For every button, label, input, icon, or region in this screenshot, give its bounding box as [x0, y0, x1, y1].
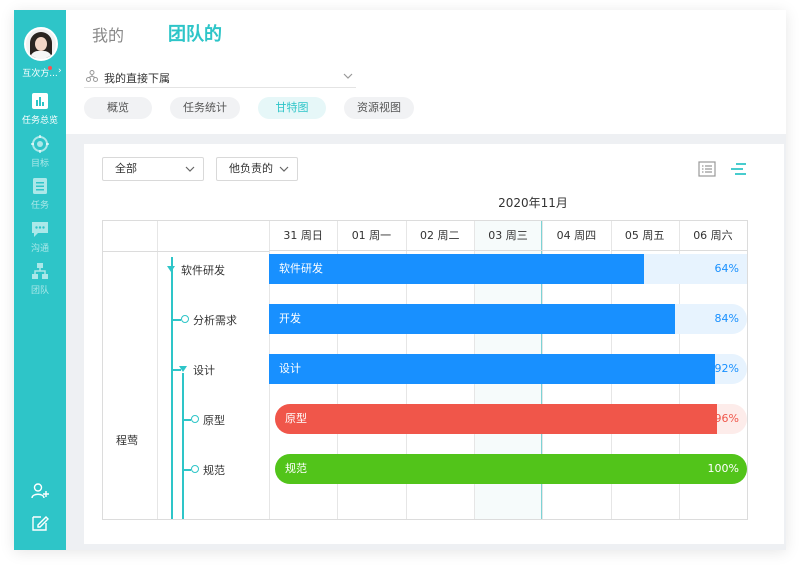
sidebar-item-label: 沟通	[30, 244, 49, 254]
sidebar-item-label: 团队	[30, 286, 49, 296]
task-node-icon	[191, 415, 199, 423]
day-header: 05 周五	[610, 221, 679, 251]
gantt-card: 全部 他负责的 2020年11月 程莺 31 周日 01 周一 02 周二 03 周三…	[84, 144, 784, 544]
tab-resource-view[interactable]: 资源视图	[344, 97, 414, 119]
scope-select[interactable]: 我的直接下属	[84, 66, 356, 88]
responsibility-filter-dropdown[interactable]: 他负责的	[216, 157, 298, 181]
sidebar-item-overview[interactable]: 任务总览	[14, 92, 66, 126]
tree-connector	[182, 469, 191, 471]
task-bar-label: 原型	[285, 412, 307, 425]
task-tree-label[interactable]: 分析需求	[193, 312, 237, 328]
task-bar-label: 开发	[279, 312, 301, 325]
day-header: 03 周三	[473, 221, 543, 251]
gantt-month: 2020年11月	[498, 196, 568, 210]
notification-dot	[48, 66, 52, 70]
day-header: 06 周六	[678, 221, 747, 251]
tree-connector	[171, 319, 181, 321]
assignee-name: 程莺	[116, 434, 138, 447]
list-view-icon[interactable]	[698, 160, 716, 178]
task-bar-progress	[269, 254, 644, 284]
task-bar-progress	[269, 354, 715, 384]
sidebar-item-chat[interactable]: 沟通	[14, 220, 66, 254]
tab-team[interactable]: 团队的	[168, 20, 222, 46]
status-filter-value: 全部	[115, 162, 137, 175]
avatar[interactable]	[24, 27, 58, 61]
task-list-icon	[33, 178, 47, 194]
task-bar[interactable]: 软件研发 64%	[269, 254, 747, 284]
task-bar-label: 设计	[279, 362, 301, 375]
tree-connector	[182, 419, 191, 421]
tab-overview[interactable]: 概览	[84, 97, 152, 119]
task-progress-text: 84%	[714, 312, 739, 325]
gantt-view-icon[interactable]	[730, 160, 748, 178]
gantt-grid: 程莺 31 周日 01 周一 02 周二 03 周三 04 周四 05 周五 06 周六 软件…	[102, 220, 748, 520]
target-icon	[31, 135, 49, 153]
chevron-down-icon	[185, 158, 195, 188]
task-bar[interactable]: 设计 92%	[269, 354, 747, 384]
chat-icon	[32, 222, 48, 237]
tab-mine[interactable]: 我的	[92, 22, 124, 46]
task-bar-label: 规范	[285, 462, 307, 475]
task-bar-label: 软件研发	[279, 262, 323, 275]
sidebar-item-label: 任务	[30, 201, 49, 211]
chevron-down-icon	[279, 158, 289, 188]
chevron-down-icon	[343, 73, 353, 79]
add-user-icon[interactable]	[31, 482, 49, 500]
collapse-toggle-icon[interactable]	[179, 366, 187, 372]
status-filter-dropdown[interactable]: 全部	[102, 157, 204, 181]
app-window: 互次方... › 任务总览 目标 任务 沟通 团队 我的 团队的 我的直接下属 …	[14, 10, 786, 550]
bar-chart-icon	[32, 93, 48, 109]
task-bar-progress	[275, 404, 717, 434]
sidebar-item-tasks[interactable]: 任务	[14, 177, 66, 211]
sidebar-item-label: 目标	[30, 159, 49, 169]
edit-icon[interactable]	[31, 514, 49, 532]
org-icon	[86, 70, 98, 82]
day-header: 02 周二	[405, 221, 474, 251]
task-tree-label[interactable]: 软件研发	[181, 262, 225, 278]
task-bar[interactable]: 规范 100%	[275, 454, 747, 484]
tree-spine	[171, 257, 173, 519]
responsibility-filter-value: 他负责的	[229, 162, 273, 175]
task-bar-progress	[275, 454, 747, 484]
top-header: 我的 团队的	[66, 10, 786, 56]
collapse-toggle-icon[interactable]	[167, 266, 175, 272]
day-header: 31 周日	[269, 221, 338, 251]
task-tree-label[interactable]: 规范	[203, 462, 225, 478]
tab-task-stats[interactable]: 任务统计	[170, 97, 240, 119]
task-bar[interactable]: 开发 84%	[269, 304, 747, 334]
task-progress-text: 100%	[707, 462, 739, 475]
header-divider	[157, 251, 269, 252]
sidebar-item-label: 任务总览	[21, 116, 58, 126]
sidebar-item-team[interactable]: 团队	[14, 262, 66, 296]
grid-divider	[157, 221, 158, 519]
chevron-right-icon[interactable]: ›	[58, 66, 62, 76]
scope-select-value: 我的直接下属	[104, 72, 170, 85]
task-tree-label[interactable]: 原型	[203, 412, 225, 428]
day-header: 04 周四	[542, 221, 611, 251]
sidebar-item-goals[interactable]: 目标	[14, 135, 66, 169]
org-chart-icon	[32, 263, 48, 279]
tree-spine	[182, 373, 184, 519]
task-progress-text: 96%	[714, 412, 739, 425]
task-tree-label[interactable]: 设计	[193, 362, 215, 378]
task-progress-text: 92%	[714, 362, 739, 375]
tab-gantt[interactable]: 甘特图	[258, 97, 326, 119]
task-bar-progress	[269, 304, 675, 334]
header-divider	[103, 251, 157, 252]
task-node-icon	[191, 465, 199, 473]
task-progress-text: 64%	[714, 262, 739, 275]
task-bar[interactable]: 原型 96%	[275, 404, 747, 434]
task-node-icon	[181, 315, 189, 323]
sidebar: 互次方... › 任务总览 目标 任务 沟通 团队	[14, 10, 66, 550]
sub-header: 我的直接下属 概览 任务统计 甘特图 资源视图	[66, 56, 786, 134]
day-header: 01 周一	[337, 221, 406, 251]
